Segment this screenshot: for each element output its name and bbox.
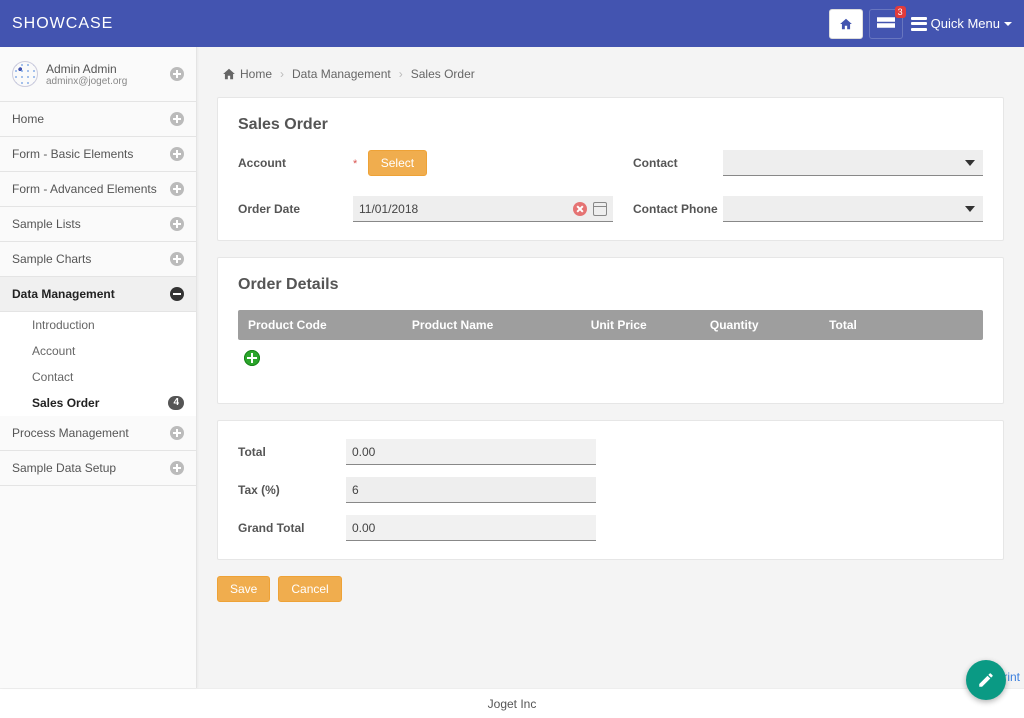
breadcrumb: Home › Data Management › Sales Order: [217, 47, 1004, 97]
col-product-name: Product Name: [402, 310, 581, 340]
sidebar-item-sample-data-setup[interactable]: Sample Data Setup: [0, 451, 196, 486]
plus-icon: [170, 67, 184, 81]
contact-phone-label: Contact Phone: [633, 202, 703, 216]
sidebar-subitem-contact[interactable]: Contact: [0, 364, 196, 390]
avatar: [12, 61, 38, 87]
col-total: Total: [819, 310, 983, 340]
tax-field[interactable]: [346, 477, 596, 503]
col-quantity: Quantity: [700, 310, 819, 340]
plus-icon: [170, 461, 184, 475]
main-content: Home › Data Management › Sales Order Sal…: [197, 47, 1024, 688]
select-account-button[interactable]: Select: [368, 150, 427, 176]
contact-phone-select[interactable]: [723, 196, 983, 222]
footer-text: Joget Inc: [488, 697, 537, 711]
quick-menu-label: Quick Menu: [931, 16, 1000, 31]
plus-icon: [170, 182, 184, 196]
plus-icon: [170, 112, 184, 126]
notification-button[interactable]: 3: [869, 9, 903, 39]
grand-total-field[interactable]: [346, 515, 596, 541]
required-marker: *: [353, 158, 357, 170]
totals-panel: Total Tax (%) Grand Total: [217, 420, 1004, 560]
sidebar-item-form-basic[interactable]: Form - Basic Elements: [0, 137, 196, 172]
sidebar-item-data-management[interactable]: Data Management: [0, 277, 196, 312]
sidebar-item-form-advanced[interactable]: Form - Advanced Elements: [0, 172, 196, 207]
order-details-header: Product Code Product Name Unit Price Qua…: [238, 310, 983, 340]
pencil-icon: [977, 671, 995, 689]
form-actions: Save Cancel: [217, 576, 1004, 602]
footer: Joget Inc: [0, 688, 1024, 718]
sidebar-item-home[interactable]: Home: [0, 102, 196, 137]
plus-icon: [170, 252, 184, 266]
cancel-button[interactable]: Cancel: [278, 576, 341, 602]
breadcrumb-level2[interactable]: Sales Order: [411, 67, 475, 81]
order-date-label: Order Date: [238, 202, 333, 216]
list-icon: [911, 17, 927, 31]
chevron-down-icon: [1004, 22, 1012, 26]
sidebar-subitem-sales-order[interactable]: Sales Order 4: [0, 390, 196, 416]
brand-title: SHOWCASE: [12, 15, 113, 33]
order-details-panel: Order Details Product Code Product Name …: [217, 257, 1004, 404]
panel-title: Sales Order: [238, 116, 983, 134]
breadcrumb-home[interactable]: Home: [221, 67, 272, 81]
calendar-icon[interactable]: [593, 202, 607, 216]
app-header: SHOWCASE 3 Quick Menu: [0, 0, 1024, 47]
sidebar: Admin Admin adminx@joget.org Home Form -…: [0, 47, 197, 688]
minus-icon: [170, 287, 184, 301]
contact-select-wrap: [723, 150, 983, 176]
sales-order-panel: Sales Order Account * Select Contact Ord…: [217, 97, 1004, 241]
plus-icon: [170, 147, 184, 161]
order-details-body: [238, 340, 983, 385]
total-field[interactable]: [346, 439, 596, 465]
quick-menu-dropdown[interactable]: Quick Menu: [911, 16, 1012, 31]
user-name: Admin Admin: [46, 62, 170, 76]
inbox-icon: [877, 17, 895, 31]
grand-total-label: Grand Total: [238, 521, 346, 535]
breadcrumb-separator: ›: [399, 67, 403, 81]
add-row-button[interactable]: [244, 350, 260, 366]
edit-fab[interactable]: [966, 660, 1006, 700]
notification-badge: 3: [895, 6, 906, 18]
plus-icon: [170, 426, 184, 440]
contact-select[interactable]: [723, 150, 983, 176]
save-button[interactable]: Save: [217, 576, 270, 602]
sidebar-item-sample-lists[interactable]: Sample Lists: [0, 207, 196, 242]
user-profile-row[interactable]: Admin Admin adminx@joget.org: [0, 47, 196, 102]
panel-title: Order Details: [238, 276, 983, 294]
contact-phone-select-wrap: [723, 196, 983, 222]
order-date-field: [353, 196, 613, 222]
account-label: Account: [238, 156, 333, 170]
home-icon: [838, 17, 854, 31]
contact-label: Contact: [633, 156, 703, 170]
tax-label: Tax (%): [238, 483, 346, 497]
breadcrumb-separator: ›: [280, 67, 284, 81]
plus-icon: [170, 217, 184, 231]
order-date-input[interactable]: [359, 202, 565, 216]
home-button[interactable]: [829, 9, 863, 39]
breadcrumb-level1[interactable]: Data Management: [292, 67, 391, 81]
sidebar-submenu-data-management: Introduction Account Contact Sales Order…: [0, 312, 196, 416]
sidebar-item-sample-charts[interactable]: Sample Charts: [0, 242, 196, 277]
col-unit-price: Unit Price: [581, 310, 700, 340]
count-badge: 4: [168, 396, 184, 410]
sidebar-item-process-management[interactable]: Process Management: [0, 416, 196, 451]
home-icon: [221, 67, 237, 81]
user-email: adminx@joget.org: [46, 76, 170, 87]
clear-date-icon[interactable]: [573, 202, 587, 216]
sidebar-subitem-account[interactable]: Account: [0, 338, 196, 364]
col-product-code: Product Code: [238, 310, 402, 340]
total-label: Total: [238, 445, 346, 459]
sidebar-subitem-introduction[interactable]: Introduction: [0, 312, 196, 338]
